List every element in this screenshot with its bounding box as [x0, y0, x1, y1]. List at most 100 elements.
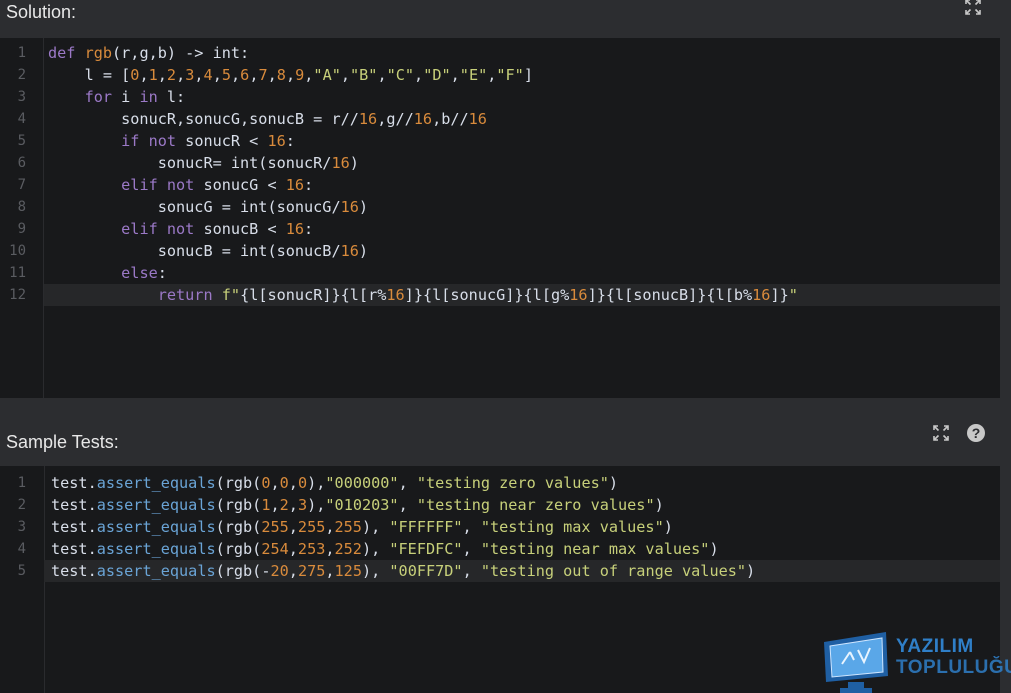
- code-line[interactable]: 4 test.assert_equals(rgb(254,253,252), "F…: [0, 538, 1000, 560]
- code-text: elif not sonucG < 16:: [48, 174, 313, 196]
- code-line[interactable]: 5 test.assert_equals(rgb(-20,275,125), "0…: [18, 560, 1000, 582]
- code-line[interactable]: 2 test.assert_equals(rgb(1,2,3),"010203",…: [0, 494, 1000, 516]
- code-line[interactable]: 1 test.assert_equals(rgb(0,0,0),"000000",…: [0, 472, 1000, 494]
- code-line[interactable]: 6 sonucR= int(sonucR/16): [0, 152, 1000, 174]
- code-text: test.assert_equals(rgb(1,2,3),"010203", …: [51, 494, 664, 516]
- code-token: test: [51, 540, 88, 558]
- panel-divider[interactable]: [0, 398, 1000, 420]
- code-line[interactable]: 3 test.assert_equals(rgb(255,255,255), "F…: [0, 516, 1000, 538]
- code-token: sonucG = int(sonucG/: [48, 198, 341, 216]
- code-token: rgb: [84, 44, 113, 62]
- code-token: assert_equals: [96, 562, 216, 580]
- code-token: 9: [295, 66, 305, 84]
- code-line[interactable]: 1 def rgb(r,g,b) -> int:: [0, 42, 1000, 64]
- code-text: test.assert_equals(rgb(-20,275,125), "00…: [51, 560, 755, 582]
- code-text: sonucG = int(sonucG/16): [48, 196, 368, 218]
- line-number: 9: [17, 221, 26, 237]
- code-token: "010203": [325, 496, 399, 514]
- code-line[interactable]: 3 for i in l:: [0, 86, 1000, 108]
- sample-tests-title: Sample Tests:: [6, 432, 119, 452]
- code-line[interactable]: 9 elif not sonucB < 16:: [0, 218, 1000, 240]
- code-token: 3: [297, 496, 308, 514]
- expand-icon[interactable]: [930, 422, 952, 444]
- monitor-logo-icon: [824, 632, 888, 693]
- code-token: "A": [313, 66, 341, 84]
- line-number: 8: [17, 199, 26, 215]
- code-token: 16: [358, 110, 378, 128]
- code-text: test.assert_equals(rgb(0,0,0),"000000", …: [51, 472, 618, 494]
- code-token: .: [87, 474, 97, 492]
- line-number: 10: [9, 243, 26, 259]
- code-token: ),: [307, 496, 326, 514]
- line-number: 2: [17, 497, 26, 513]
- logo-line1: YAZILIM: [896, 636, 974, 657]
- code-token: "FEFDFC": [389, 540, 463, 558]
- code-token: ,: [414, 66, 424, 84]
- code-token: 2: [166, 66, 177, 84]
- code-token: ,: [212, 66, 222, 84]
- code-token: assert_equals: [96, 540, 216, 558]
- code-token: sonucB <: [194, 220, 286, 238]
- code-token: ,b//: [432, 110, 469, 128]
- code-line[interactable]: 12 return f"{l[sonucR]}{l[r%16]}{l[sonuc…: [9, 284, 1000, 306]
- code-token: ): [709, 540, 719, 558]
- code-token: ): [608, 474, 619, 492]
- solution-editor[interactable]: 1 def rgb(r,g,b) -> int: 2 l = [0,1,2,3,4,…: [0, 38, 1000, 398]
- code-token: ): [358, 198, 369, 216]
- code-token: 16: [267, 132, 286, 150]
- code-token: :: [304, 220, 314, 238]
- code-token: "FFFFFF": [389, 518, 463, 536]
- code-line[interactable]: 11 else:: [0, 262, 1000, 284]
- line-number: 4: [17, 541, 26, 557]
- code-token: test: [51, 518, 88, 536]
- code-token: .: [87, 562, 97, 580]
- sample-tests-header: Sample Tests: ?: [0, 418, 1000, 466]
- code-token: .: [87, 496, 97, 514]
- code-text: else:: [48, 262, 167, 284]
- code-token: 16: [468, 110, 487, 128]
- code-token: ]}: [770, 286, 789, 304]
- code-line[interactable]: 8 sonucG = int(sonucG/16): [0, 196, 1000, 218]
- expand-icon[interactable]: [962, 0, 984, 18]
- code-token: (r,g,b) -> int:: [112, 44, 250, 62]
- code-token: in: [139, 88, 158, 106]
- code-token: assert_equals: [96, 518, 216, 536]
- code-token: ,: [462, 518, 481, 536]
- line-number: 2: [17, 67, 26, 83]
- code-token: ),: [361, 518, 390, 536]
- code-token: ]: [523, 66, 533, 84]
- code-token: 16: [285, 176, 305, 194]
- logo-line2: TOPLULUĞU: [896, 657, 1011, 678]
- code-line[interactable]: 10 sonucB = int(sonucB/16): [0, 240, 1000, 262]
- code-token: ,: [398, 496, 417, 514]
- code-line[interactable]: 5 if not sonucR < 16:: [0, 130, 1000, 152]
- code-token: i: [112, 88, 140, 106]
- code-token: "D": [423, 66, 451, 84]
- code-token: 16: [340, 242, 359, 260]
- code-token: 253: [297, 540, 326, 558]
- code-token: sonucR <: [176, 132, 268, 150]
- code-token: ,: [270, 496, 280, 514]
- right-scroll-strip[interactable]: [1000, 0, 1011, 693]
- code-token: elif not: [121, 176, 195, 194]
- code-token: "F": [496, 66, 524, 84]
- code-line[interactable]: 7 elif not sonucG < 16:: [0, 174, 1000, 196]
- code-token: (rgb(: [215, 540, 262, 558]
- code-token: sonucG <: [194, 176, 286, 194]
- help-icon[interactable]: ?: [965, 422, 987, 444]
- code-token: 16: [331, 154, 350, 172]
- code-line[interactable]: 4 sonucR,sonucG,sonucB = r//16,g//16,b//…: [0, 108, 1000, 130]
- line-number: 4: [17, 111, 26, 127]
- code-token: ,: [325, 562, 335, 580]
- watermark-logo: YAZILIM TOPLULUĞU: [820, 630, 1011, 693]
- code-line[interactable]: 2 l = [0,1,2,3,4,5,6,7,8,9,"A","B","C","…: [0, 64, 1000, 86]
- code-token: l:: [157, 88, 186, 106]
- line-number: 3: [17, 89, 26, 105]
- code-token: ": [788, 286, 798, 304]
- code-token: "testing near zero values": [416, 496, 655, 514]
- code-token: 8: [276, 66, 286, 84]
